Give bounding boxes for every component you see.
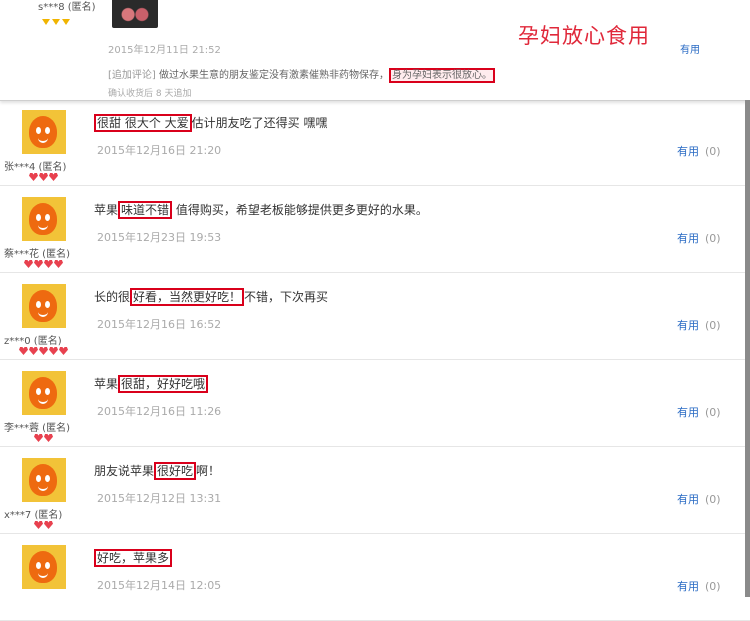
useful-button[interactable]: 有用 (0) [677,491,721,507]
user-avatar[interactable] [22,545,66,589]
review-comment: 苹果 很甜，好好吃哦 [94,375,209,393]
review-photo-thumbnail[interactable] [112,0,158,28]
useful-count: (0) [705,493,721,506]
user-avatar[interactable] [22,197,66,241]
review-date: 2015年12月16日 21:20 [97,144,222,157]
useful-button[interactable]: 有用 (0) [677,143,721,159]
user-avatar[interactable] [22,110,66,154]
taobao-mascot-icon [29,203,57,235]
username: 蔡***花 (匿名) [4,249,70,260]
comment-text: 朋友说苹果 [94,464,155,478]
append-text: 做过水果生意的朋友鉴定没有激素催熟非药物保存， [159,70,389,81]
useful-button[interactable]: 有用 (0) [677,230,721,246]
review-date: 2015年12月11日 21:52 [108,45,221,56]
heart-rank-icon [24,259,64,268]
review-row: x***7 (匿名) 朋友说苹果 很好吃 啊！ 2015年12月12日 13:31 … [0,450,750,534]
username: z***0 (匿名) [4,336,62,347]
append-tag: [追加评论] [108,70,156,81]
review-date: 2015年12月14日 12:05 [97,579,222,592]
highlight-box: 很甜 很大个 大爱 [94,114,192,132]
taobao-mascot-icon [29,464,57,496]
diamond-rank-icon [42,10,72,29]
heart-rank-icon [34,433,54,442]
review-comment: 好吃，苹果多 [94,549,173,567]
heart-rank-icon [19,346,69,355]
taobao-mascot-icon [29,116,57,148]
username: x***7 (匿名) [4,510,63,521]
highlight-box: 好看，当然更好吃！ [130,288,245,306]
comment-text: 苹果 [94,203,119,217]
highlight-box: 身为孕妇表示很放心。 [389,68,495,83]
useful-button[interactable]: 有用 (0) [677,317,721,333]
username: 张***4 (匿名) [4,162,67,173]
highlight-box: 很好吃 [154,462,197,480]
review-comment: 很甜 很大个 大爱 估计朋友吃了还得买 嘿嘿 [94,114,328,132]
username: 李***蓉 (匿名) [4,423,70,434]
user-avatar[interactable] [22,371,66,415]
comment-text-rest: 估计朋友吃了还得买 嘿嘿 [191,116,328,130]
useful-button[interactable]: 有用 [680,41,700,56]
review-comment: 长的很 好看，当然更好吃！ 不错，下次再买 [94,288,329,306]
review-date: 2015年12月16日 11:26 [97,405,222,418]
review-date: 2015年12月23日 19:53 [97,231,222,244]
taobao-mascot-icon [29,377,57,409]
comment-text: 苹果 [94,377,119,391]
review-comment: 苹果 味道不错 值得购买，希望老板能够提供更多更好的水果。 [94,201,428,219]
user-avatar[interactable] [22,284,66,328]
review-date: 2015年12月12日 13:31 [97,492,222,505]
comment-text-rest: 不错，下次再买 [244,290,329,304]
review-row: z***0 (匿名) 长的很 好看，当然更好吃！ 不错，下次再买 2015年12月1… [0,276,750,360]
useful-count: (0) [705,580,721,593]
taobao-mascot-icon [29,290,57,322]
heart-rank-icon [29,172,59,181]
useful-button[interactable]: 有用 (0) [677,578,721,594]
annotation-banner: 孕妇放心食用 [518,24,650,48]
scrollbar[interactable] [745,100,750,597]
review-row: 好吃，苹果多 2015年12月14日 12:05 有用 (0) [0,537,750,621]
review-row: 蔡***花 (匿名) 苹果 味道不错 值得购买，希望老板能够提供更多更好的水果。 … [0,189,750,273]
highlight-box: 好吃，苹果多 [94,549,173,567]
heart-rank-icon [34,520,54,529]
useful-count: (0) [705,232,721,245]
comment-text: 长的很 [94,290,131,304]
review-comment: 朋友说苹果 很好吃 啊！ [94,462,221,480]
taobao-mascot-icon [29,551,57,583]
useful-count: (0) [705,145,721,158]
useful-button[interactable]: 有用 (0) [677,404,721,420]
highlight-box: 很甜，好好吃哦 [118,375,209,393]
user-avatar[interactable] [22,458,66,502]
previous-review-panel: s***8 (匿名) 2015年12月11日 21:52 孕妇放心食用 有用 [… [0,0,750,101]
review-row: 张***4 (匿名) 很甜 很大个 大爱 估计朋友吃了还得买 嘿嘿 2015年12… [0,102,750,186]
useful-count: (0) [705,319,721,332]
review-row: 李***蓉 (匿名) 苹果 很甜，好好吃哦 2015年12月16日 11:26 有… [0,363,750,447]
useful-count: (0) [705,406,721,419]
appended-comment: [追加评论] 做过水果生意的朋友鉴定没有激素催熟非药物保存， 身为孕妇表示很放心。 [108,66,495,83]
append-note: 确认收货后 8 天追加 [108,89,192,99]
comment-text-rest: 值得购买，希望老板能够提供更多更好的水果。 [172,203,428,217]
highlight-box: 味道不错 [118,201,173,219]
review-date: 2015年12月16日 16:52 [97,318,222,331]
comment-text-rest: 啊！ [196,464,221,478]
